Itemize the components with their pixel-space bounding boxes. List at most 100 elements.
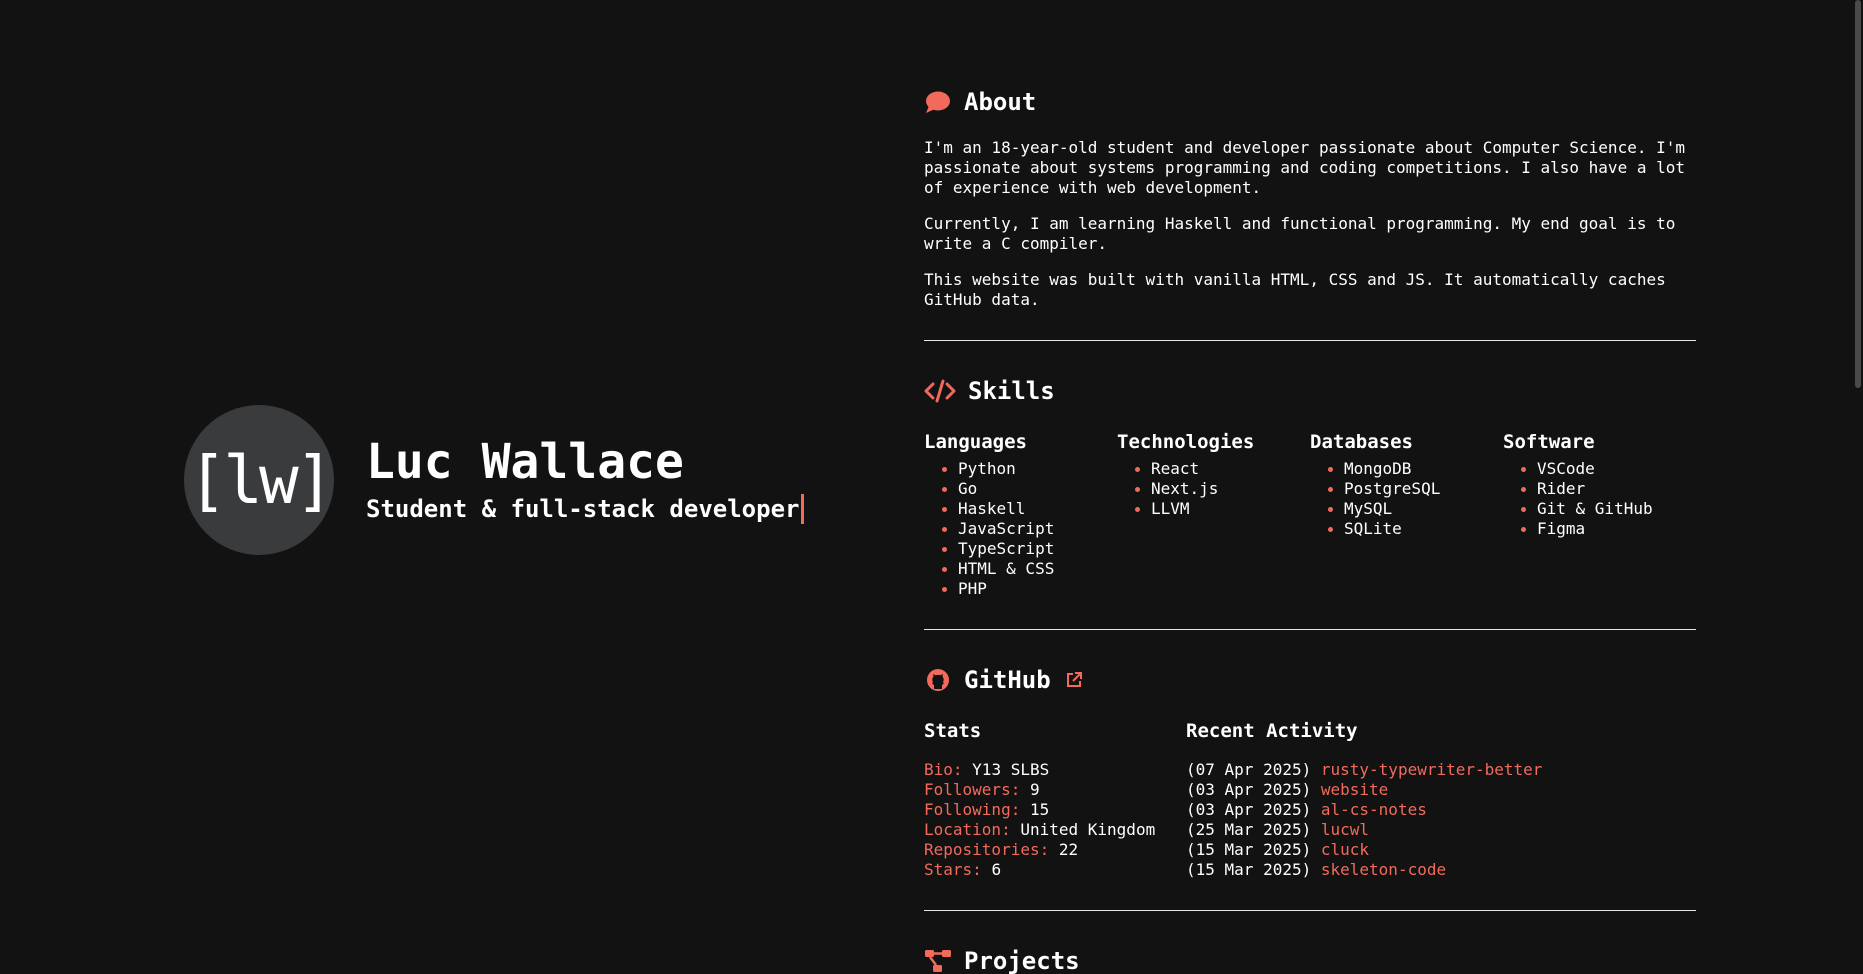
divider bbox=[924, 629, 1696, 630]
github-section: GitHub Stats Bio: Y13 SLBS Followers: 9 … bbox=[924, 664, 1696, 880]
skill-item: Haskell bbox=[940, 499, 1117, 519]
about-title: About bbox=[964, 88, 1037, 116]
stat-row: Bio: Y13 SLBS bbox=[924, 760, 1186, 780]
stat-row: Followers: 9 bbox=[924, 780, 1186, 800]
activity-repo-link[interactable]: lucwl bbox=[1321, 820, 1369, 839]
about-section: About I'm an 18-year-old student and dev… bbox=[924, 86, 1696, 310]
typing-cursor bbox=[801, 494, 805, 525]
activity-row: (15 Mar 2025) cluck bbox=[1186, 840, 1542, 860]
divider bbox=[924, 340, 1696, 341]
scrollbar[interactable] bbox=[1855, 0, 1861, 388]
skill-item: Figma bbox=[1519, 519, 1696, 539]
stat-key: Repositories: bbox=[924, 840, 1050, 859]
hero-text: Luc Wallace Student & full-stack develop… bbox=[366, 433, 805, 525]
stat-row: Location: United Kingdom bbox=[924, 820, 1186, 840]
skill-column-databases: Databases MongoDB PostgreSQL MySQL SQLit… bbox=[1310, 431, 1503, 599]
skill-column-heading: Software bbox=[1503, 431, 1595, 453]
about-paragraph-3: This website was built with vanilla HTML… bbox=[924, 270, 1666, 309]
avatar: [lw] bbox=[184, 405, 334, 555]
skills-section: Skills Languages Python Go Haskell JavaS… bbox=[924, 375, 1696, 599]
stat-key: Location: bbox=[924, 820, 1011, 839]
stat-key: Stars: bbox=[924, 860, 982, 879]
stat-key: Followers: bbox=[924, 780, 1021, 799]
activity-row: (03 Apr 2025) website bbox=[1186, 780, 1542, 800]
github-stats: Stats Bio: Y13 SLBS Followers: 9 Followi… bbox=[924, 720, 1186, 880]
stat-row: Repositories: 22 bbox=[924, 840, 1186, 860]
stat-row: Following: 15 bbox=[924, 800, 1186, 820]
skill-item: TypeScript bbox=[940, 539, 1117, 559]
github-title: GitHub bbox=[964, 666, 1051, 694]
hero-subtitle: Student & full-stack developer bbox=[366, 495, 800, 524]
skill-column-software: Software VSCode Rider Git & GitHub Figma bbox=[1503, 431, 1696, 599]
about-heading: About bbox=[924, 86, 1696, 118]
activity-date: (07 Apr 2025) bbox=[1186, 760, 1312, 779]
skill-item: Python bbox=[940, 459, 1117, 479]
projects-section: Projects bbox=[924, 945, 1696, 974]
skill-item: SQLite bbox=[1326, 519, 1503, 539]
activity-date: (03 Apr 2025) bbox=[1186, 800, 1312, 819]
github-grid: Stats Bio: Y13 SLBS Followers: 9 Followi… bbox=[924, 720, 1696, 880]
skill-item: Rider bbox=[1519, 479, 1696, 499]
skills-heading: Skills bbox=[924, 375, 1696, 407]
activity-date: (15 Mar 2025) bbox=[1186, 860, 1312, 879]
activity-repo-link[interactable]: skeleton-code bbox=[1321, 860, 1446, 879]
stats-heading: Stats bbox=[924, 720, 982, 742]
skill-item: MySQL bbox=[1326, 499, 1503, 519]
skill-column-languages: Languages Python Go Haskell JavaScript T… bbox=[924, 431, 1117, 599]
projects-title: Projects bbox=[964, 947, 1080, 974]
skill-list: React Next.js LLVM bbox=[1117, 459, 1310, 519]
skill-item: HTML & CSS bbox=[940, 559, 1117, 579]
skill-item: JavaScript bbox=[940, 519, 1117, 539]
skill-list: Python Go Haskell JavaScript TypeScript … bbox=[924, 459, 1117, 599]
activity-row: (25 Mar 2025) lucwl bbox=[1186, 820, 1542, 840]
skill-list: MongoDB PostgreSQL MySQL SQLite bbox=[1310, 459, 1503, 539]
main-content: About I'm an 18-year-old student and dev… bbox=[924, 86, 1696, 974]
skill-list: VSCode Rider Git & GitHub Figma bbox=[1503, 459, 1696, 539]
stat-value: United Kingdom bbox=[1020, 820, 1156, 839]
skill-column-heading: Databases bbox=[1310, 431, 1413, 453]
page: [lw] Luc Wallace Student & full-stack de… bbox=[0, 0, 1863, 974]
skill-column-heading: Technologies bbox=[1117, 431, 1255, 453]
github-recent-activity: Recent Activity (07 Apr 2025) rusty-type… bbox=[1186, 720, 1542, 880]
stat-value: Y13 SLBS bbox=[972, 760, 1050, 779]
external-link-icon[interactable] bbox=[1065, 671, 1083, 689]
stat-value: 15 bbox=[1029, 800, 1050, 819]
skill-item: Next.js bbox=[1133, 479, 1310, 499]
activity-date: (25 Mar 2025) bbox=[1186, 820, 1312, 839]
divider bbox=[924, 910, 1696, 911]
stat-row: Stars: 6 bbox=[924, 860, 1186, 880]
skill-item: PostgreSQL bbox=[1326, 479, 1503, 499]
projects-heading: Projects bbox=[924, 945, 1696, 974]
about-paragraph-1: I'm an 18-year-old student and developer… bbox=[924, 138, 1685, 197]
activity-repo-link[interactable]: rusty-typewriter-better bbox=[1321, 760, 1543, 779]
about-paragraph-2: Currently, I am learning Haskell and fun… bbox=[924, 214, 1676, 253]
skill-item: LLVM bbox=[1133, 499, 1310, 519]
stat-key: Bio: bbox=[924, 760, 963, 779]
activity-heading: Recent Activity bbox=[1186, 720, 1358, 742]
activity-row: (07 Apr 2025) rusty-typewriter-better bbox=[1186, 760, 1542, 780]
skill-item: PHP bbox=[940, 579, 1117, 599]
skill-item: MongoDB bbox=[1326, 459, 1503, 479]
skill-item: VSCode bbox=[1519, 459, 1696, 479]
activity-repo-link[interactable]: al-cs-notes bbox=[1321, 800, 1427, 819]
project-diagram-icon bbox=[924, 947, 952, 974]
github-icon bbox=[924, 666, 952, 694]
skills-title: Skills bbox=[968, 377, 1055, 405]
activity-repo-link[interactable]: website bbox=[1321, 780, 1388, 799]
stat-value: 22 bbox=[1058, 840, 1079, 859]
skill-item: Git & GitHub bbox=[1519, 499, 1696, 519]
stat-value: 9 bbox=[1029, 780, 1040, 799]
hero: [lw] Luc Wallace Student & full-stack de… bbox=[184, 405, 805, 555]
skill-item: React bbox=[1133, 459, 1310, 479]
speech-bubble-icon bbox=[924, 88, 952, 116]
activity-repo-link[interactable]: cluck bbox=[1321, 840, 1369, 859]
activity-date: (15 Mar 2025) bbox=[1186, 840, 1312, 859]
skill-column-technologies: Technologies React Next.js LLVM bbox=[1117, 431, 1310, 599]
hero-subtitle-row: Student & full-stack developer bbox=[366, 494, 805, 525]
hero-name: Luc Wallace bbox=[366, 433, 684, 490]
stat-key: Following: bbox=[924, 800, 1021, 819]
code-icon bbox=[924, 377, 956, 405]
github-heading: GitHub bbox=[924, 664, 1696, 696]
activity-date: (03 Apr 2025) bbox=[1186, 780, 1312, 799]
stat-value: 6 bbox=[991, 860, 1002, 879]
